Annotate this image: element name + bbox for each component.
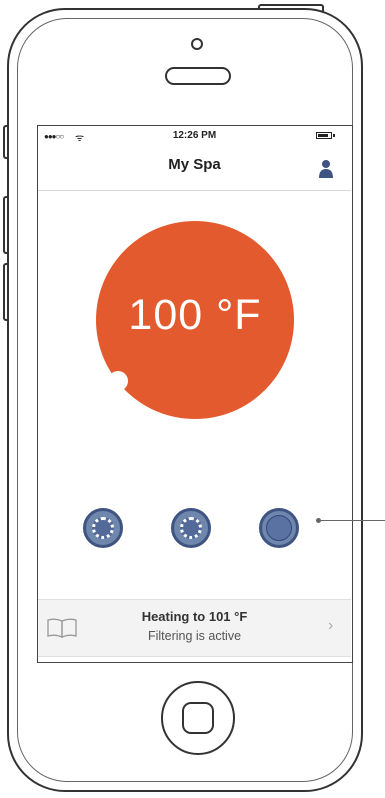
temperature-dial[interactable]: 100 °F bbox=[96, 221, 294, 419]
filtering-status-text: Filtering is active bbox=[147, 629, 242, 643]
jets-icon bbox=[92, 517, 114, 539]
front-camera bbox=[191, 38, 203, 50]
temperature-dial-handle[interactable] bbox=[108, 371, 128, 391]
app-screen: ●●●○○ ᯤ 12:26 PM My Spa 100 °F Heating t… bbox=[37, 125, 353, 663]
tab-bar: 31 bbox=[38, 657, 351, 662]
heating-status-title: Heating to 101 °F bbox=[141, 609, 248, 624]
battery-tip bbox=[333, 134, 335, 137]
battery-icon bbox=[316, 132, 332, 139]
heating-status-row[interactable]: Heating to 101 °F Filtering is active › bbox=[38, 599, 351, 657]
page-title: My Spa bbox=[168, 156, 221, 173]
home-button-square-icon bbox=[182, 702, 214, 734]
light-icon bbox=[266, 515, 292, 541]
callout-line bbox=[318, 520, 385, 521]
nav-bar: My Spa bbox=[38, 146, 351, 191]
earpiece-speaker bbox=[165, 67, 231, 85]
jets-2-button[interactable] bbox=[171, 508, 211, 548]
chevron-right-icon: › bbox=[328, 617, 334, 634]
jets-1-button[interactable] bbox=[83, 508, 123, 548]
user-profile-icon[interactable] bbox=[318, 159, 334, 179]
temperature-readout: 100 °F bbox=[128, 291, 262, 339]
light-button[interactable] bbox=[259, 508, 299, 548]
status-bar: ●●●○○ ᯤ 12:26 PM bbox=[38, 126, 351, 146]
status-time: 12:26 PM bbox=[172, 130, 217, 141]
jets-icon bbox=[180, 517, 202, 539]
